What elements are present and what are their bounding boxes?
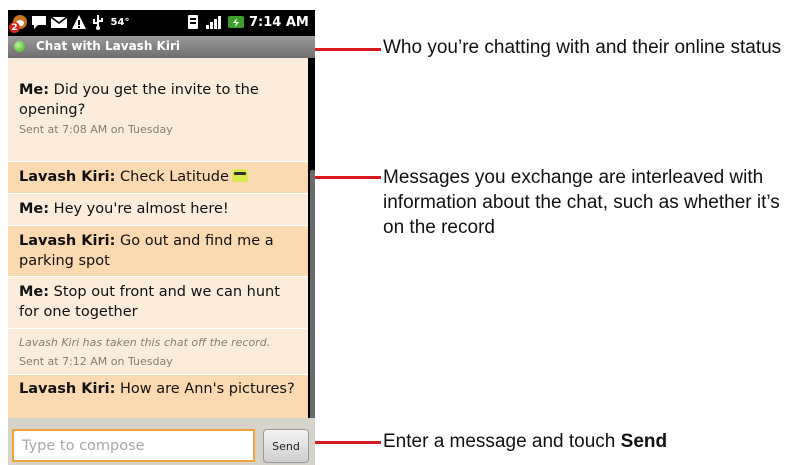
usb-icon [90, 14, 106, 30]
clock: 7:14 AM [249, 14, 309, 30]
vibrate-icon [186, 14, 200, 30]
warning-icon [71, 14, 87, 30]
email-icon [50, 14, 68, 30]
message-item[interactable]: Lavash Kiri: How are Ann's pictures? [8, 375, 308, 418]
online-status-icon [14, 41, 25, 52]
message-sender: Me: [19, 284, 50, 300]
compose-callout-prefix: Enter a message and touch [383, 431, 621, 452]
compose-callout-send: Send [620, 431, 668, 452]
message-text: Did you get the invite to the opening? [19, 82, 259, 118]
header-callout-text: Who you’re chatting with and their onlin… [383, 37, 782, 58]
message-text: Stop out front and we can hunt for one t… [19, 284, 280, 320]
off-record-notice: Lavash Kiri has taken this chat off the … [19, 336, 271, 349]
message-item[interactable]: Lavash Kiri: Go out and find me a parkin… [8, 226, 308, 276]
signal-icon [205, 14, 223, 30]
phone-screen: 2 54° 7:14 AM Chat with Lavash Kiri Me: … [8, 10, 315, 465]
messages-callout-line [315, 176, 381, 179]
chat-bubble-icon [31, 14, 47, 30]
chat-status-notice: Lavash Kiri has taken this chat off the … [8, 329, 308, 374]
temperature-text: 54° [110, 16, 130, 28]
header-callout-line [315, 48, 381, 51]
compose-callout-text: Enter a message and touch Send [383, 429, 793, 454]
notification-count-badge: 2 [9, 22, 20, 33]
message-text: How are Ann's pictures? [115, 381, 295, 397]
messages-callout-text: Messages you exchange are interleaved wi… [383, 167, 780, 238]
cool-smiley-icon [231, 169, 248, 182]
message-text: Check Latitude [115, 169, 229, 185]
message-sender: Lavash Kiri: [19, 381, 116, 397]
scrollbar[interactable] [310, 170, 315, 420]
status-bar: 2 54° 7:14 AM [8, 10, 315, 34]
chat-header: Chat with Lavash Kiri [8, 36, 315, 58]
message-text: Hey you're almost here! [49, 201, 229, 217]
message-sender: Me: [19, 201, 50, 217]
compose-bar: Send [8, 418, 315, 465]
battery-charging-icon [227, 14, 245, 30]
compose-input[interactable] [12, 429, 255, 462]
message-timestamp: Sent at 7:08 AM on Tuesday [19, 123, 173, 136]
message-item[interactable]: Me: Stop out front and we can hunt for o… [8, 277, 308, 328]
message-sender: Me: [19, 82, 50, 98]
message-list[interactable]: Me: Did you get the invite to the openin… [8, 58, 308, 418]
compose-callout-line [315, 441, 381, 444]
message-item[interactable]: Me: Did you get the invite to the openin… [8, 58, 308, 161]
chat-title: Chat with Lavash Kiri [36, 39, 180, 53]
message-timestamp: Sent at 7:12 AM on Tuesday [19, 355, 173, 368]
message-sender: Lavash Kiri: [19, 169, 116, 185]
send-button[interactable]: Send [263, 429, 309, 463]
message-item[interactable]: Me: Hey you're almost here! [8, 194, 308, 225]
message-item[interactable]: Lavash Kiri: Check Latitude [8, 162, 308, 193]
message-sender: Lavash Kiri: [19, 233, 116, 249]
